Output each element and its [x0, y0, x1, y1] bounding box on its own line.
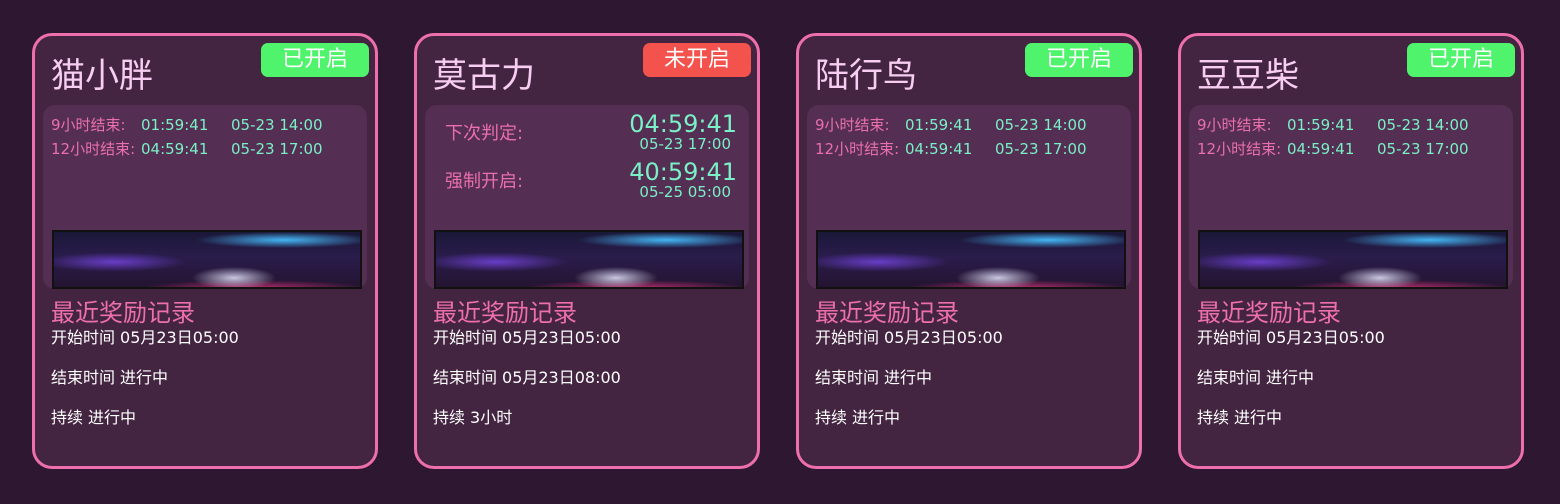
force-open-countdown: 40:59:41	[629, 158, 737, 186]
reward-record-title: 最近奖励记录	[51, 299, 195, 327]
end-time-value: 进行中	[1266, 368, 1315, 387]
start-time-label: 开始时间	[1197, 328, 1262, 347]
dragon-banner-image	[1198, 230, 1508, 289]
next-judge-date: 05-23 17:00	[639, 135, 731, 153]
timer-label: 12小时结束:	[51, 140, 136, 158]
server-card-doudouchai: 豆豆柴 已开启 9小时结束: 01:59:41 05-23 14:00 12小时…	[1178, 33, 1524, 469]
timer-label: 9小时结束:	[1197, 116, 1272, 134]
duration-label: 持续	[1197, 408, 1230, 427]
timer-date: 05-23 17:00	[995, 140, 1087, 158]
dragon-banner-image	[52, 230, 362, 289]
duration-label: 持续	[433, 408, 466, 427]
timer-label: 12小时结束:	[815, 140, 900, 158]
end-time-row: 结束时间 05月23日08:00	[433, 368, 621, 388]
timer-label: 12小时结束:	[1197, 140, 1282, 158]
start-time-row: 开始时间 05月23日05:00	[433, 328, 621, 348]
dragon-banner-image	[816, 230, 1126, 289]
duration-row: 持续 进行中	[51, 408, 136, 428]
timer-countdown: 01:59:41	[1287, 116, 1355, 134]
end-time-label: 结束时间	[433, 368, 498, 387]
card-title: 莫古力	[433, 56, 535, 96]
timer-date: 05-23 14:00	[231, 116, 323, 134]
timer-countdown: 01:59:41	[905, 116, 973, 134]
end-time-value: 05月23日08:00	[502, 368, 621, 387]
timer-date: 05-23 14:00	[1377, 116, 1469, 134]
duration-label: 持续	[51, 408, 84, 427]
duration-value: 3小时	[470, 408, 513, 427]
timer-label: 9小时结束:	[51, 116, 126, 134]
start-time-row: 开始时间 05月23日05:00	[1197, 328, 1385, 348]
start-time-label: 开始时间	[433, 328, 498, 347]
timer-date: 05-23 17:00	[1377, 140, 1469, 158]
end-time-label: 结束时间	[815, 368, 880, 387]
duration-label: 持续	[815, 408, 848, 427]
server-card-luxingniao: 陆行鸟 已开启 9小时结束: 01:59:41 05-23 14:00 12小时…	[796, 33, 1142, 469]
end-time-row: 结束时间 进行中	[1197, 368, 1314, 388]
timer-countdown: 01:59:41	[141, 116, 209, 134]
timer-date: 05-23 17:00	[231, 140, 323, 158]
force-open-date: 05-25 05:00	[639, 183, 731, 201]
card-title: 豆豆柴	[1197, 56, 1299, 96]
timer-countdown: 04:59:41	[141, 140, 209, 158]
server-card-moguli: 莫古力 未开启 下次判定: 04:59:41 05-23 17:00 强制开启:…	[414, 33, 760, 469]
status-badge: 已开启	[1407, 43, 1515, 77]
duration-value: 进行中	[88, 408, 137, 427]
reward-record-title: 最近奖励记录	[815, 299, 959, 327]
end-time-value: 进行中	[884, 368, 933, 387]
card-title: 猫小胖	[51, 56, 153, 96]
timer-countdown: 04:59:41	[905, 140, 973, 158]
start-time-label: 开始时间	[51, 328, 116, 347]
end-time-row: 结束时间 进行中	[815, 368, 932, 388]
timer-countdown: 04:59:41	[1287, 140, 1355, 158]
reward-record-title: 最近奖励记录	[433, 299, 577, 327]
start-time-label: 开始时间	[815, 328, 880, 347]
next-judge-label: 下次判定:	[445, 123, 524, 144]
start-time-value: 05月23日05:00	[884, 328, 1003, 347]
server-card-maoxiaopang: 猫小胖 已开启 9小时结束: 01:59:41 05-23 14:00 12小时…	[32, 33, 378, 469]
end-time-label: 结束时间	[1197, 368, 1262, 387]
reward-record-title: 最近奖励记录	[1197, 299, 1341, 327]
end-time-label: 结束时间	[51, 368, 116, 387]
timer-label: 9小时结束:	[815, 116, 890, 134]
end-time-value: 进行中	[120, 368, 169, 387]
duration-row: 持续 进行中	[815, 408, 900, 428]
end-time-row: 结束时间 进行中	[51, 368, 168, 388]
start-time-row: 开始时间 05月23日05:00	[51, 328, 239, 348]
dragon-banner-image	[434, 230, 744, 289]
duration-value: 进行中	[852, 408, 901, 427]
start-time-row: 开始时间 05月23日05:00	[815, 328, 1003, 348]
duration-row: 持续 进行中	[1197, 408, 1282, 428]
duration-row: 持续 3小时	[433, 408, 512, 428]
status-badge: 已开启	[1025, 43, 1133, 77]
next-judge-countdown: 04:59:41	[629, 110, 737, 138]
duration-value: 进行中	[1234, 408, 1283, 427]
timer-date: 05-23 14:00	[995, 116, 1087, 134]
start-time-value: 05月23日05:00	[1266, 328, 1385, 347]
start-time-value: 05月23日05:00	[120, 328, 239, 347]
status-badge: 未开启	[643, 43, 751, 77]
card-title: 陆行鸟	[815, 56, 917, 96]
force-open-label: 强制开启:	[445, 171, 524, 192]
status-badge: 已开启	[261, 43, 369, 77]
start-time-value: 05月23日05:00	[502, 328, 621, 347]
